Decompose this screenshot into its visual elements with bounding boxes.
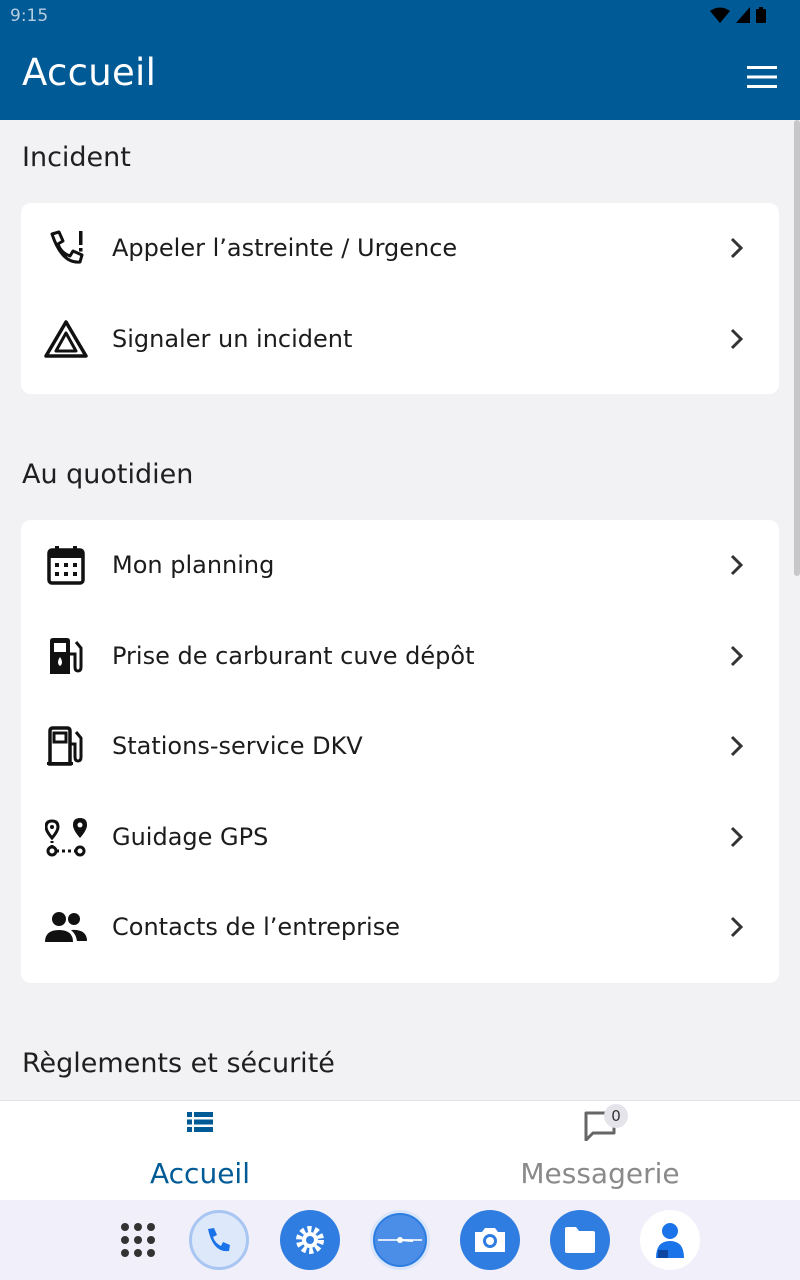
- gas-station-icon: [44, 724, 88, 768]
- list-item-dkv-stations[interactable]: Stations-service DKV: [21, 701, 779, 792]
- section-title-incident: Incident: [22, 142, 131, 173]
- files-icon[interactable]: [550, 1210, 610, 1270]
- list-icon: [187, 1111, 213, 1137]
- chevron-right-icon: [730, 645, 744, 666]
- list-item-label: Prise de carburant cuve dépôt: [112, 641, 475, 670]
- chevron-right-icon: [730, 238, 744, 259]
- incident-card: Appeler l’astreinte / Urgence Signaler u…: [21, 203, 779, 394]
- status-time: 9:15: [10, 6, 49, 26]
- settings-icon[interactable]: [280, 1210, 340, 1270]
- list-item-report-incident[interactable]: Signaler un incident: [21, 294, 779, 385]
- wifi-icon: [710, 7, 730, 23]
- main-content: Incident Appeler l’astreinte / Urgence S…: [0, 120, 800, 1100]
- calendar-icon: [44, 543, 88, 587]
- route-pin-icon: [44, 815, 88, 859]
- chevron-right-icon: [730, 917, 744, 938]
- list-item-gps[interactable]: Guidage GPS: [21, 792, 779, 883]
- page-title: Accueil: [22, 51, 157, 94]
- system-dock: [0, 1200, 800, 1280]
- unread-badge: 0: [604, 1104, 628, 1128]
- tab-accueil[interactable]: Accueil: [0, 1101, 400, 1201]
- phone-alert-icon: [44, 226, 88, 270]
- tab-label: Accueil: [150, 1157, 250, 1190]
- list-item-fuel-depot[interactable]: Prise de carburant cuve dépôt: [21, 611, 779, 702]
- app-grid-icon[interactable]: [108, 1210, 168, 1270]
- list-item-contacts[interactable]: Contacts de l’entreprise: [21, 882, 779, 973]
- camera-icon[interactable]: [460, 1210, 520, 1270]
- bottom-navigation: Accueil Messagerie: [0, 1100, 800, 1200]
- list-item-label: Appeler l’astreinte / Urgence: [112, 234, 458, 263]
- section-title-rules: Règlements et sécurité: [22, 1048, 335, 1079]
- chevron-right-icon: [730, 328, 744, 349]
- signal-icon: [736, 7, 750, 23]
- tab-messagerie[interactable]: Messagerie: [400, 1101, 800, 1201]
- status-bar: 9:15: [0, 0, 800, 32]
- list-item-label: Guidage GPS: [112, 822, 269, 851]
- daily-card: Mon planning Prise de carburant cuve dép…: [21, 520, 779, 983]
- battery-icon: [756, 7, 766, 23]
- people-icon: [44, 905, 88, 949]
- phone-icon[interactable]: [189, 1210, 249, 1270]
- hamburger-menu-icon[interactable]: [746, 65, 778, 89]
- list-item-label: Mon planning: [112, 551, 275, 580]
- chevron-right-icon: [730, 826, 744, 847]
- app-bar: Accueil: [0, 32, 800, 120]
- fuel-pump-icon: [44, 634, 88, 678]
- list-item-label: Contacts de l’entreprise: [112, 913, 400, 942]
- list-item-label: Stations-service DKV: [112, 732, 363, 761]
- clock-icon[interactable]: [370, 1210, 430, 1270]
- list-item-planning[interactable]: Mon planning: [21, 520, 779, 611]
- tab-label: Messagerie: [520, 1157, 680, 1190]
- contacts-icon[interactable]: [640, 1210, 700, 1270]
- chevron-right-icon: [730, 736, 744, 757]
- list-item-label: Signaler un incident: [112, 324, 353, 353]
- chevron-right-icon: [730, 555, 744, 576]
- system-icons: [710, 7, 766, 23]
- warning-triangle-icon: [44, 317, 88, 361]
- section-title-daily: Au quotidien: [22, 459, 194, 490]
- scrollbar-thumb[interactable]: [794, 120, 800, 576]
- list-item-call-urgence[interactable]: Appeler l’astreinte / Urgence: [21, 203, 779, 294]
